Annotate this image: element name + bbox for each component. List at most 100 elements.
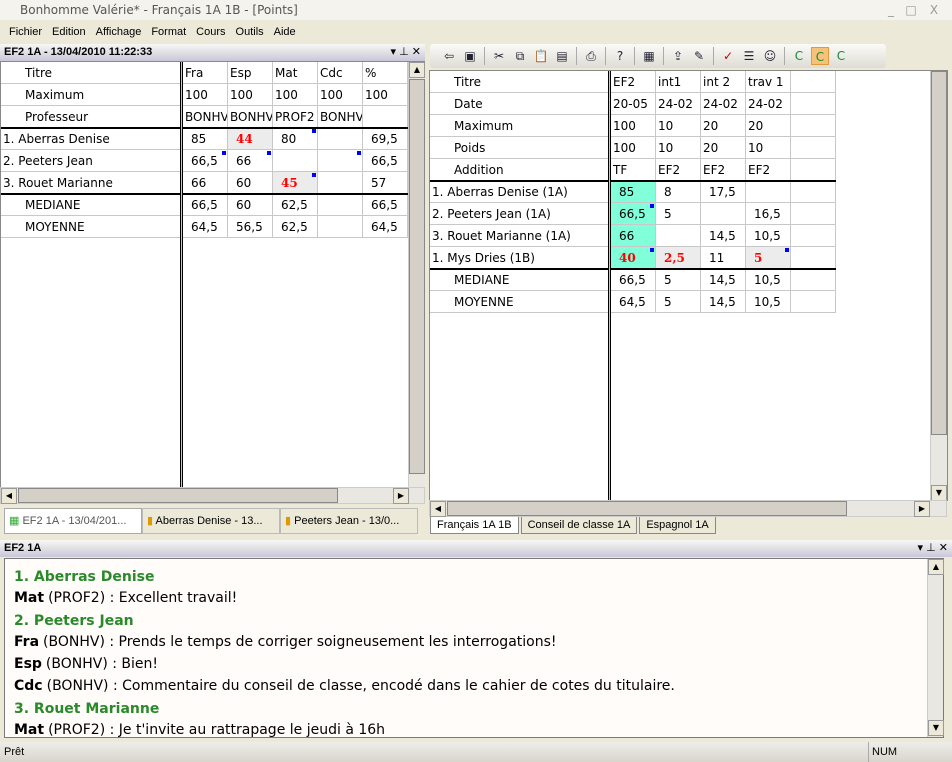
menu-format[interactable]: Format [146,22,191,42]
column-header-cell[interactable]: 100 [273,84,318,106]
close-icon[interactable]: ✕ [939,542,948,554]
student-name[interactable]: 1. Aberras Denise [1,128,181,150]
column-header-cell[interactable] [791,115,836,137]
dropdown-icon[interactable]: ▾ [391,46,397,58]
list-icon[interactable]: ☰ [740,47,758,65]
scroll-thumb[interactable] [447,501,847,516]
scroll-left-button[interactable]: ◀ [430,501,446,517]
doc-tab-ef2[interactable]: ▦ EF2 1A - 13/04/201... [4,508,142,534]
close-icon[interactable]: ✕ [412,46,421,58]
student-name[interactable]: 1. Aberras Denise (1A) [430,181,609,203]
left-vertical-scrollbar[interactable]: ▲ [408,62,425,487]
menu-affichage[interactable]: Affichage [91,22,147,42]
grade-cell[interactable]: 40 [611,247,656,269]
grade-cell[interactable] [746,181,791,203]
minimize-button[interactable]: _ [882,1,900,19]
pin-icon[interactable]: ⊥ [926,542,936,554]
column-header-cell[interactable]: Cdc [318,62,363,84]
help-icon[interactable]: ? [611,47,629,65]
column-header-cell[interactable]: 20 [701,137,746,159]
column-header-cell[interactable] [791,71,836,93]
export-icon[interactable]: ⇪ [669,47,687,65]
column-header-cell[interactable]: EF2 [656,159,701,181]
column-header-cell[interactable]: int 2 [701,71,746,93]
student-name[interactable]: 3. Rouet Marianne [1,172,181,194]
scroll-thumb[interactable] [409,79,425,474]
student-icon[interactable]: ☺ [761,47,779,65]
grade-cell[interactable] [791,203,836,225]
grade-cell[interactable] [656,225,701,247]
column-header-cell[interactable]: 20 [701,115,746,137]
right-horizontal-scrollbar[interactable]: ◀ ▶ [429,500,947,517]
grade-cell[interactable]: 66,5 [183,150,228,172]
save-icon[interactable]: ▣ [461,47,479,65]
column-header-cell[interactable]: 100 [611,115,656,137]
brush-icon[interactable]: ✎ [690,47,708,65]
column-header-cell[interactable]: PROF2 [273,106,318,128]
student-name[interactable]: 3. Rouet Marianne (1A) [430,225,609,247]
cut-icon[interactable]: ✂ [490,47,508,65]
grade-cell[interactable] [318,150,363,172]
student-name[interactable]: 2. Peeters Jean [1,150,181,172]
grade-cell[interactable]: 60 [228,172,273,194]
column-c-icon[interactable]: C [790,47,808,65]
copy-icon[interactable]: ⧉ [511,47,529,65]
scroll-left-button[interactable]: ◀ [1,488,17,504]
dropdown-icon[interactable]: ▾ [918,542,924,554]
right-vertical-scrollbar[interactable]: ▼ [930,71,947,501]
print-icon[interactable]: ⎙ [582,47,600,65]
sheet-tab-francais[interactable]: Français 1A 1B [430,517,519,534]
grade-cell[interactable]: 69,5 [363,128,408,150]
calendar-icon[interactable]: ▦ [640,47,658,65]
grade-cell[interactable]: 66 [228,150,273,172]
scroll-thumb[interactable] [931,71,947,435]
column-header-cell[interactable]: Mat [273,62,318,84]
grade-cell[interactable]: 5 [746,247,791,269]
maximize-button[interactable]: □ [902,1,920,19]
column-header-cell[interactable] [791,93,836,115]
sheet-tab-conseil[interactable]: Conseil de classe 1A [520,517,638,534]
pin-icon[interactable]: ⊥ [399,46,409,58]
column-header-cell[interactable] [363,106,408,128]
grade-cell[interactable]: 57 [363,172,408,194]
grade-cell[interactable]: 66 [183,172,228,194]
grade-cell[interactable]: 14,5 [701,225,746,247]
grade-cell[interactable] [273,150,318,172]
column-header-cell[interactable]: 20-05 [611,93,656,115]
grade-cell[interactable]: 10,5 [746,225,791,247]
grade-cell[interactable]: 17,5 [701,181,746,203]
left-horizontal-scrollbar[interactable]: ◀ ▶ [0,487,425,504]
grade-cell[interactable]: 2,5 [656,247,701,269]
column-header-cell[interactable]: BONHV [318,106,363,128]
column-header-cell[interactable]: 100 [228,84,273,106]
column-header-cell[interactable]: BONHV [183,106,228,128]
column-c-alt-icon[interactable]: C [832,47,850,65]
paste-special-icon[interactable]: ▤ [553,47,571,65]
check-icon[interactable]: ✓ [719,47,737,65]
column-header-cell[interactable]: % [363,62,408,84]
scroll-up-button[interactable]: ▲ [928,559,944,575]
column-header-cell[interactable]: Fra [183,62,228,84]
grade-cell[interactable]: 85 [611,181,656,203]
column-header-cell[interactable]: 10 [656,137,701,159]
grade-cell[interactable]: 16,5 [746,203,791,225]
grade-cell[interactable] [701,203,746,225]
grade-cell[interactable] [791,247,836,269]
menu-edition[interactable]: Edition [47,22,91,42]
sheet-tab-espagnol[interactable]: Espagnol 1A [639,517,716,534]
scroll-down-button[interactable]: ▼ [928,720,944,736]
scroll-thumb[interactable] [18,488,338,503]
scroll-down-button[interactable]: ▼ [931,485,947,501]
grade-cell[interactable] [791,225,836,247]
grade-cell[interactable]: 66,5 [611,203,656,225]
scroll-up-button[interactable]: ▲ [409,62,425,78]
column-header-cell[interactable]: 24-02 [656,93,701,115]
menu-cours[interactable]: Cours [191,22,230,42]
grade-cell[interactable] [318,128,363,150]
student-name[interactable]: 2. Peeters Jean (1A) [430,203,609,225]
grade-cell[interactable]: 8 [656,181,701,203]
doc-tab-peeters[interactable]: ▮ Peeters Jean - 13/0... [280,508,418,534]
column-header-cell[interactable]: 24-02 [701,93,746,115]
grade-cell[interactable] [318,172,363,194]
grade-cell[interactable]: 5 [656,203,701,225]
